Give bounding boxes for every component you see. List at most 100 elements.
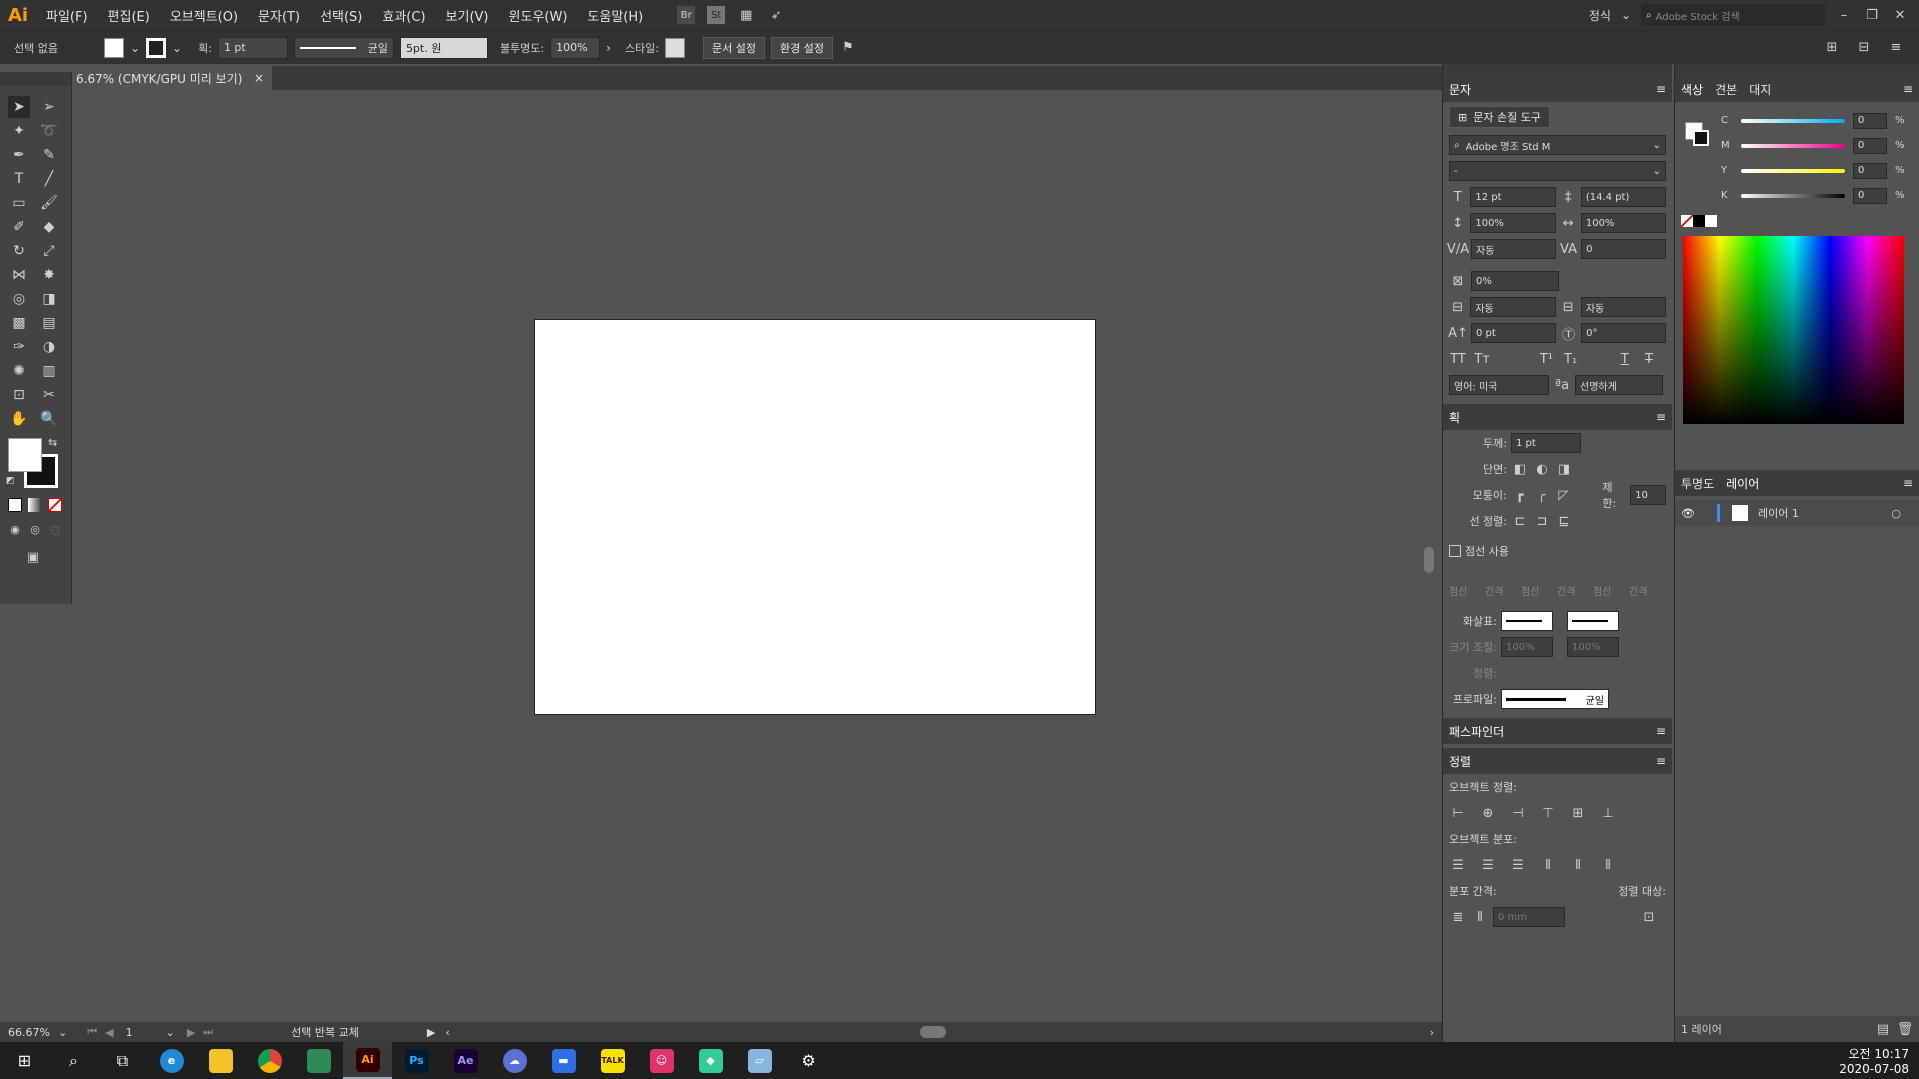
arrange-documents-icon[interactable]: ▦ — [737, 6, 755, 24]
distribute-right-icon[interactable]: ⦀ — [1599, 856, 1617, 874]
scroll-thumb[interactable] — [1424, 547, 1434, 573]
layer-name[interactable]: 레이어 1 — [1758, 505, 1799, 521]
menu-effect[interactable]: 효과(C) — [372, 6, 435, 25]
tab-color[interactable]: 색상 — [1681, 81, 1703, 98]
font-family-dropdown[interactable]: ⌕ Adobe 명조 Std M ⌄ — [1449, 135, 1666, 155]
artboard-tool-icon[interactable]: ⊡ — [8, 384, 30, 406]
align-outside-stroke-icon[interactable]: ⊑ — [1555, 512, 1573, 530]
prev-artboard-icon[interactable]: ◀ — [105, 1026, 113, 1039]
stroke-color-swatch[interactable] — [1693, 130, 1709, 146]
panel-menu-icon[interactable]: ≡ — [1903, 82, 1913, 96]
message-icon[interactable]: ☺ — [637, 1042, 686, 1079]
channel-value-field[interactable]: 0 — [1853, 137, 1887, 154]
visibility-eye-icon[interactable]: 👁 — [1681, 507, 1701, 520]
first-artboard-icon[interactable]: ⏮ — [87, 1025, 97, 1039]
artboard[interactable] — [534, 319, 1096, 715]
horizontal-spacing-icon[interactable]: ⦀ — [1471, 908, 1489, 926]
panel-menu-icon[interactable]: ≡ — [1656, 724, 1666, 738]
chevron-down-icon[interactable]: ⌄ — [166, 1026, 175, 1039]
channel-slider[interactable] — [1741, 118, 1845, 123]
leading-field[interactable]: (14.4 pt) — [1580, 187, 1666, 207]
type-tool-icon[interactable]: T — [8, 168, 30, 190]
align-panel-title[interactable]: 정렬 — [1449, 753, 1471, 770]
baseline-shift-field[interactable]: 0 pt — [1471, 323, 1556, 343]
arrow-end-scale-field[interactable]: 100% — [1567, 637, 1619, 657]
channel-slider[interactable] — [1741, 193, 1845, 198]
puppet-warp-tool-icon[interactable]: ✸ — [38, 264, 60, 286]
end-arrowhead-dropdown[interactable] — [1567, 611, 1619, 631]
stock-search-field[interactable]: ⌕ Adobe Stock 검색 — [1641, 4, 1825, 26]
zoom-tool-icon[interactable]: 🔍 — [38, 408, 60, 430]
scroll-right-icon[interactable]: › — [1430, 1026, 1434, 1039]
menu-edit[interactable]: 편집(E) — [98, 6, 160, 25]
small-caps-icon[interactable]: Tᴛ — [1473, 350, 1491, 368]
vertical-spacing-icon[interactable]: ≣ — [1449, 908, 1467, 926]
swap-colors-icon[interactable]: ⇆ — [48, 436, 57, 449]
all-caps-icon[interactable]: TT — [1449, 350, 1467, 368]
scale-tool-icon[interactable]: ⤢ — [38, 240, 60, 262]
panel-menu-icon[interactable]: ≡ — [1656, 82, 1666, 96]
panel-menu-icon[interactable]: ≡ — [1656, 754, 1666, 768]
tab-layers[interactable]: 레이어 — [1726, 475, 1759, 492]
channel-slider[interactable] — [1741, 143, 1845, 148]
arrow-start-scale-field[interactable]: 100% — [1501, 637, 1553, 657]
distribute-hcenter-icon[interactable]: ⦀ — [1569, 856, 1587, 874]
stroke-weight-input[interactable]: 1 pt — [1511, 433, 1581, 453]
character-panel-title[interactable]: 문자 — [1449, 81, 1471, 98]
distribute-vcenter-icon[interactable]: ☰ — [1479, 856, 1497, 874]
close-tab-icon[interactable]: × — [254, 71, 264, 85]
symbol-sprayer-tool-icon[interactable]: ✺ — [8, 360, 30, 382]
illustrator-icon[interactable]: Ai — [343, 1042, 392, 1079]
chevron-down-icon[interactable]: ⌄ — [1621, 8, 1631, 22]
underline-icon[interactable]: T — [1616, 350, 1634, 368]
menu-window[interactable]: 윈도우(W) — [499, 6, 578, 25]
shaper-tool-icon[interactable]: ✐ — [8, 216, 30, 238]
panel-menu-icon[interactable]: ≡ — [1903, 476, 1913, 490]
chevron-down-icon[interactable]: ⌄ — [172, 41, 182, 55]
curvature-tool-icon[interactable]: ✎ — [38, 144, 60, 166]
start-arrowhead-dropdown[interactable] — [1501, 611, 1553, 631]
width-tool-icon[interactable]: ⋈ — [8, 264, 30, 286]
slice-tool-icon[interactable]: ✂ — [38, 384, 60, 406]
color-mode-icon[interactable] — [8, 498, 22, 512]
pathfinder-panel-title[interactable]: 패스파인더 — [1449, 723, 1504, 740]
align-inside-stroke-icon[interactable]: ⊐ — [1533, 512, 1551, 530]
align-right-icon[interactable]: ⊣ — [1509, 804, 1527, 822]
pen-tool-icon[interactable]: ✒ — [8, 144, 30, 166]
app-icon[interactable] — [294, 1042, 343, 1079]
rectangle-tool-icon[interactable]: ▭ — [8, 192, 30, 214]
chevron-right-icon[interactable]: › — [606, 41, 611, 55]
menu-help[interactable]: 도움말(H) — [577, 6, 653, 25]
last-artboard-icon[interactable]: ⏭ — [203, 1025, 213, 1039]
tab-artboards[interactable]: 대지 — [1749, 81, 1771, 98]
tab-swatches[interactable]: 견본 — [1715, 81, 1737, 98]
strikethrough-icon[interactable]: T — [1640, 350, 1658, 368]
round-cap-icon[interactable]: ◐ — [1533, 460, 1551, 478]
hand-tool-icon[interactable]: ✋ — [8, 408, 30, 430]
stroke-swatch[interactable] — [146, 37, 167, 58]
character-panel-header[interactable]: 문자 ≡ — [1443, 76, 1672, 102]
gradient-tool-icon[interactable]: ▤ — [38, 312, 60, 334]
menu-select[interactable]: 선택(S) — [310, 6, 372, 25]
delete-layer-icon[interactable]: 🗑 — [1896, 1020, 1914, 1038]
preferences-button[interactable]: 환경 설정 — [771, 36, 833, 59]
black-swatch[interactable] — [1693, 215, 1705, 227]
dashed-checkbox[interactable] — [1449, 545, 1461, 557]
align-left-icon[interactable]: ⊢ — [1449, 804, 1467, 822]
fill-swatch[interactable] — [103, 37, 124, 58]
menu-file[interactable]: 파일(F) — [36, 6, 98, 25]
default-colors-icon[interactable]: ◩ — [6, 476, 15, 486]
align-center-stroke-icon[interactable]: ⊏ — [1511, 512, 1529, 530]
menu-type[interactable]: 문자(T) — [248, 6, 310, 25]
panel-menu-icon[interactable]: ≡ — [1887, 39, 1905, 57]
draw-inside-icon[interactable]: ◌ — [48, 522, 62, 536]
panel-menu-icon[interactable]: ≡ — [1656, 410, 1666, 424]
aki-left-dropdown[interactable]: 자동 — [1470, 297, 1556, 317]
zoom-level[interactable]: 66.67% — [8, 1026, 58, 1039]
pathfinder-panel-header[interactable]: 패스파인더 ≡ — [1443, 718, 1672, 744]
white-swatch[interactable] — [1705, 215, 1717, 227]
align-top-icon[interactable]: ⊤ — [1539, 804, 1557, 822]
arrange-icon[interactable]: ⚑ — [839, 39, 857, 57]
perspective-grid-tool-icon[interactable]: ◨ — [38, 288, 60, 310]
chat-icon[interactable]: ▬ — [539, 1042, 588, 1079]
